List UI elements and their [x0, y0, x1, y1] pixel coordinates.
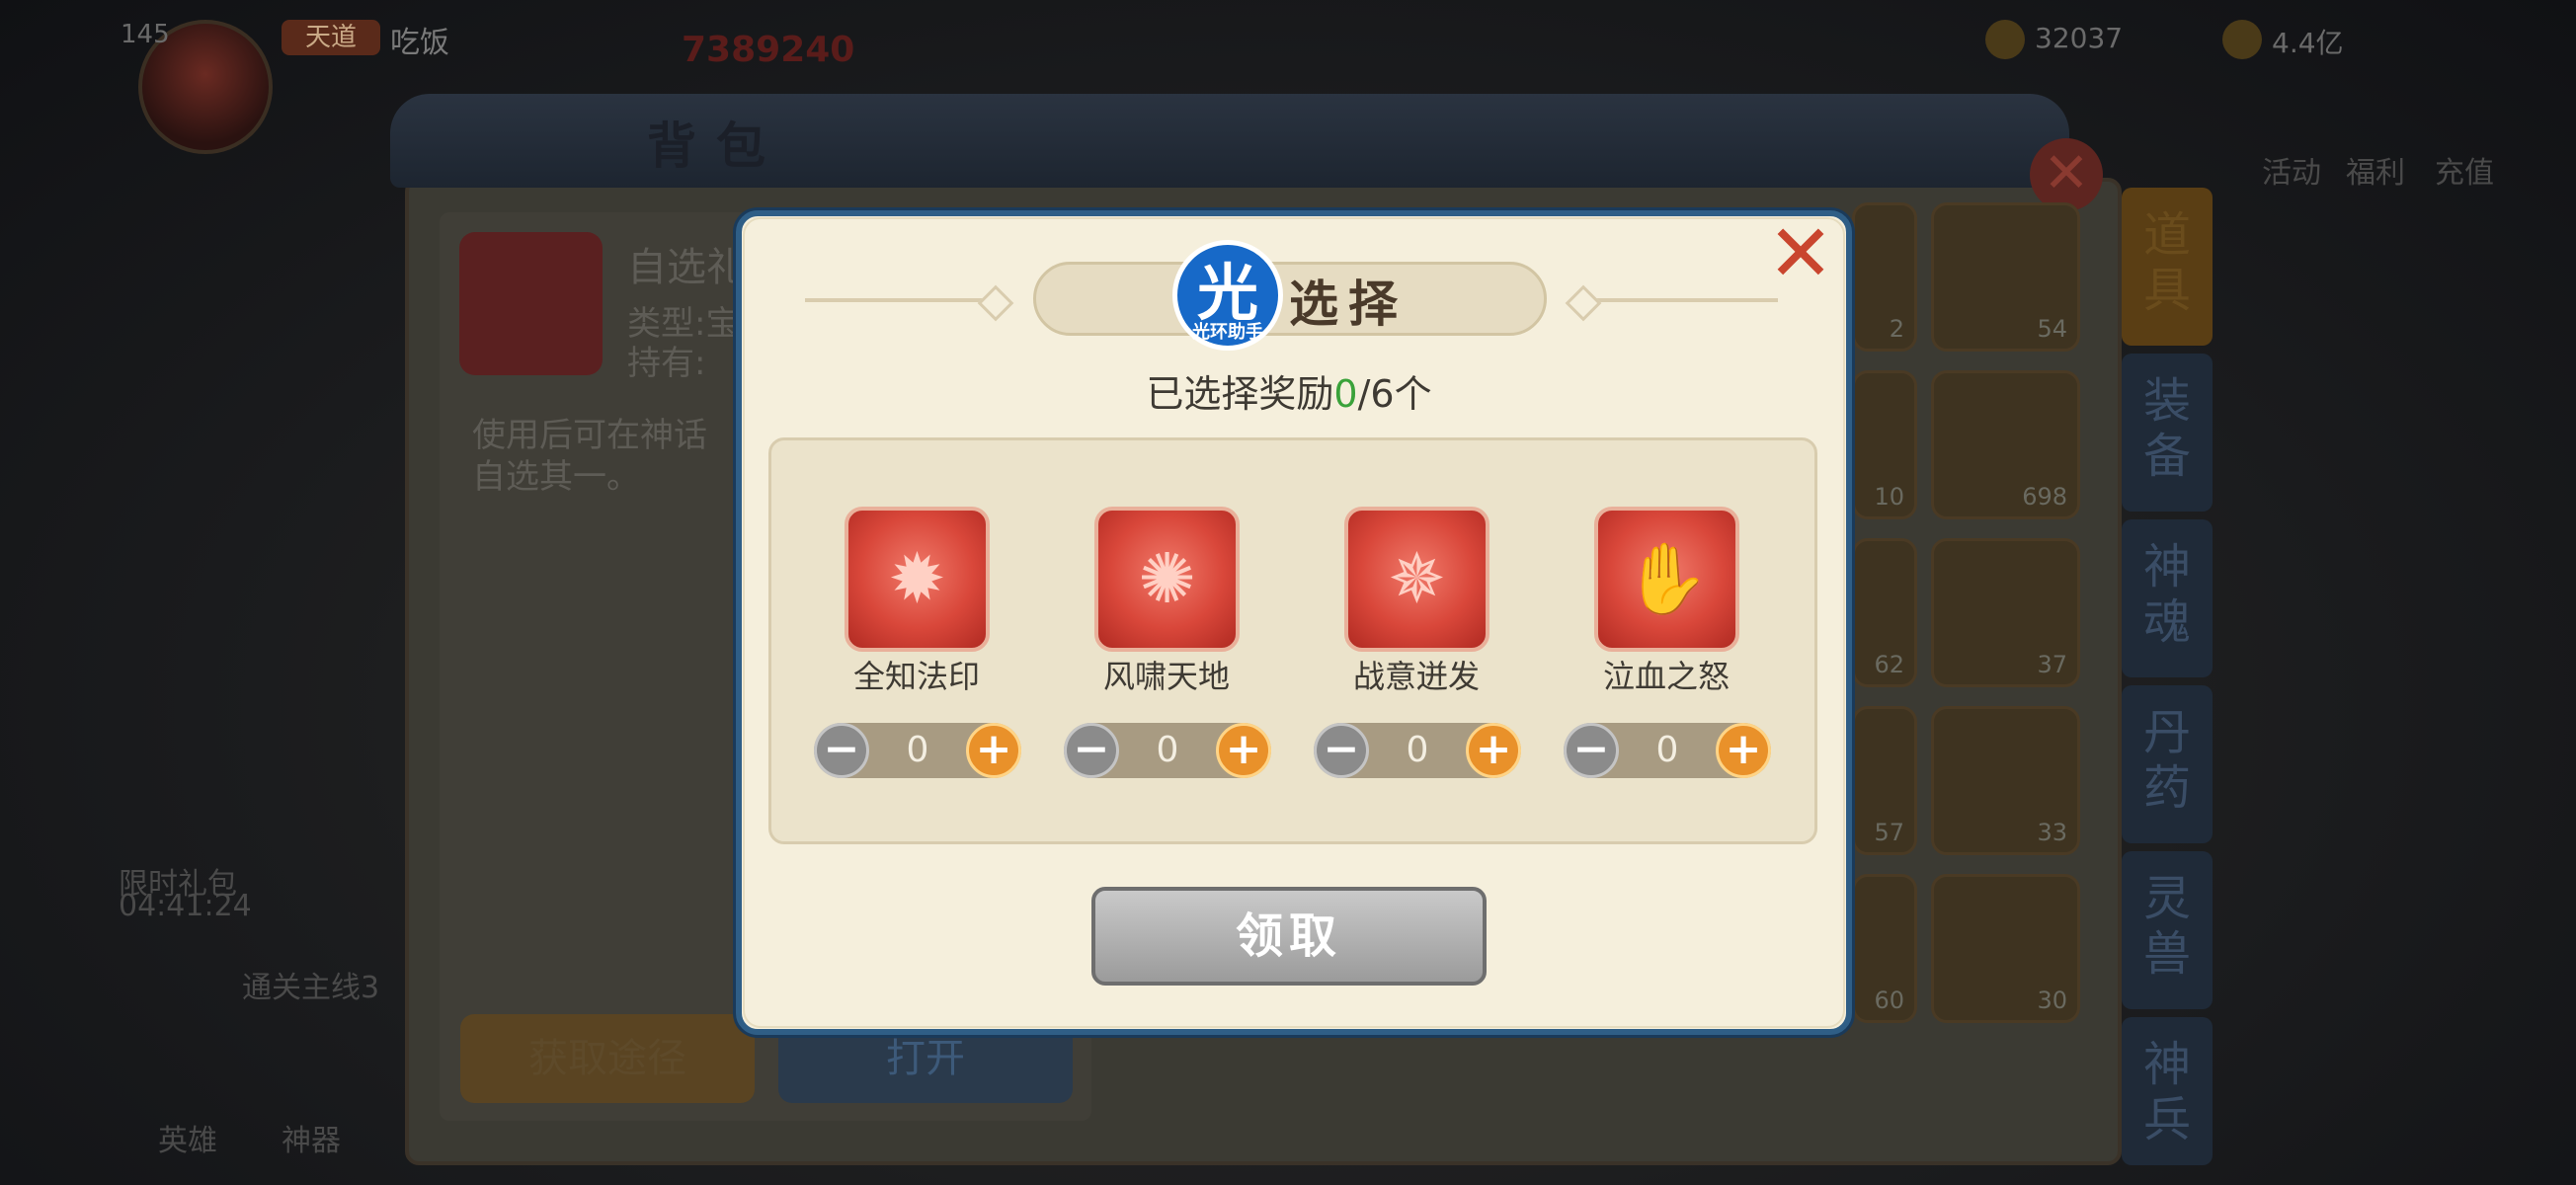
player-level: 145 [121, 20, 170, 49]
quantity-value: 0 [906, 730, 929, 770]
gem-icon [2222, 20, 2262, 59]
claim-button[interactable]: 领取 [1091, 887, 1487, 986]
menu-welfare[interactable]: 福利 [2346, 148, 2405, 192]
bag-grid-cell[interactable]: 2 [1852, 202, 1917, 352]
item-count: 10 [1874, 483, 1904, 511]
player-id: 7389240 [682, 30, 855, 70]
bag-grid-cell[interactable]: 698 [1931, 370, 2080, 519]
reward-item-name: 战意迸发 [1352, 658, 1480, 695]
bag-grid-cell[interactable]: 54 [1931, 202, 2080, 352]
tab-soul[interactable]: 神魂 [2122, 519, 2213, 677]
dialog-title: 选择 [1289, 276, 1408, 333]
item-detail-desc: 使用后可在神话 自选其一。 [472, 416, 707, 497]
vortex-icon: ✵ [1388, 538, 1446, 619]
plus-button[interactable]: + [1466, 723, 1521, 778]
item-count: 54 [2037, 315, 2067, 343]
item-detail-holder: 持有: [627, 344, 706, 383]
seal-icon: ✹ [888, 538, 946, 619]
quantity-value: 0 [1406, 730, 1429, 770]
menu-activity[interactable]: 活动 [2262, 148, 2321, 192]
whirlwind-icon: ✺ [1138, 538, 1196, 619]
selected-suffix: /6个 [1357, 372, 1432, 416]
reward-item-icon[interactable]: ✋ [1594, 507, 1739, 652]
claw-icon: ✋ [1623, 538, 1711, 619]
minus-button[interactable]: − [1314, 723, 1369, 778]
item-count: 60 [1874, 987, 1904, 1014]
reward-item-name: 风啸天地 [1102, 658, 1230, 695]
title-ornament-left [805, 298, 993, 302]
reward-item-icon[interactable]: ✹ [845, 507, 990, 652]
get-way-button[interactable]: 获取途径 [460, 1014, 755, 1103]
reward-item-name: 泣血之怒 [1602, 658, 1730, 695]
selected-reward-counter: 已选择奖励0/6个 [1042, 363, 1536, 418]
hero-button[interactable]: 英雄 [158, 1116, 217, 1159]
mainline-quest-label[interactable]: 通关主线3 [242, 963, 379, 1006]
artifact-button[interactable]: 神器 [282, 1116, 341, 1159]
quantity-value: 0 [1655, 730, 1679, 770]
menu-recharge[interactable]: 充值 [2435, 148, 2494, 192]
quantity-stepper: − 0 + [1314, 723, 1521, 778]
bag-close-button[interactable]: ✕ [2030, 138, 2103, 211]
item-detail-name: 自选礼 [627, 245, 746, 290]
plus-button[interactable]: + [966, 723, 1021, 778]
tab-beast[interactable]: 灵兽 [2122, 851, 2213, 1009]
limited-gift-timer: 04:41:24 [119, 889, 252, 923]
player-name: 吃饭 [390, 26, 449, 60]
item-count: 30 [2037, 987, 2067, 1014]
quantity-stepper: − 0 + [1564, 723, 1771, 778]
bag-grid-cell[interactable]: 33 [1931, 706, 2080, 855]
bag-grid-cell[interactable]: 60 [1852, 874, 1917, 1023]
bag-grid-cell[interactable]: 57 [1852, 706, 1917, 855]
player-badge: 天道 [282, 20, 380, 55]
minus-button[interactable]: − [1064, 723, 1119, 778]
item-count: 57 [1874, 819, 1904, 846]
reward-item-icon[interactable]: ✺ [1094, 507, 1240, 652]
tab-weapon[interactable]: 神兵 [2122, 1017, 2213, 1165]
dialog-close-button[interactable]: ✕ [1766, 214, 1835, 293]
plus-button[interactable]: + [1716, 723, 1771, 778]
gem-amount: 4.4亿 [2272, 27, 2344, 59]
title-ornament-right [1590, 298, 1778, 302]
reward-item-icon[interactable]: ✵ [1344, 507, 1489, 652]
minus-button[interactable]: − [1564, 723, 1619, 778]
gold-amount: 32037 [2035, 22, 2124, 54]
item-count: 37 [2037, 651, 2067, 678]
item-count: 2 [1889, 315, 1904, 343]
item-count: 62 [1874, 651, 1904, 678]
selected-count: 0 [1333, 372, 1358, 416]
tab-pill[interactable]: 丹药 [2122, 685, 2213, 843]
item-count: 33 [2037, 819, 2067, 846]
quantity-value: 0 [1156, 730, 1179, 770]
bag-title: 背包 [647, 118, 785, 175]
bag-grid-cell[interactable]: 30 [1931, 874, 2080, 1023]
watermark-logo-text: 光环助手 [1192, 322, 1263, 343]
gold-icon [1985, 20, 2025, 59]
quantity-stepper: − 0 + [1064, 723, 1271, 778]
item-detail-icon [459, 232, 603, 375]
bag-grid-cell[interactable]: 10 [1852, 370, 1917, 519]
plus-button[interactable]: + [1216, 723, 1271, 778]
quantity-stepper: − 0 + [814, 723, 1021, 778]
reward-item-name: 全知法印 [852, 658, 980, 695]
bag-grid-cell[interactable]: 37 [1931, 538, 2080, 687]
minus-button[interactable]: − [814, 723, 869, 778]
tab-items[interactable]: 道具 [2122, 188, 2213, 346]
tab-equipment[interactable]: 装备 [2122, 354, 2213, 512]
bag-header [390, 94, 2069, 188]
item-count: 698 [2022, 483, 2067, 511]
bag-grid-cell[interactable]: 62 [1852, 538, 1917, 687]
selected-prefix: 已选择奖励 [1146, 372, 1334, 416]
